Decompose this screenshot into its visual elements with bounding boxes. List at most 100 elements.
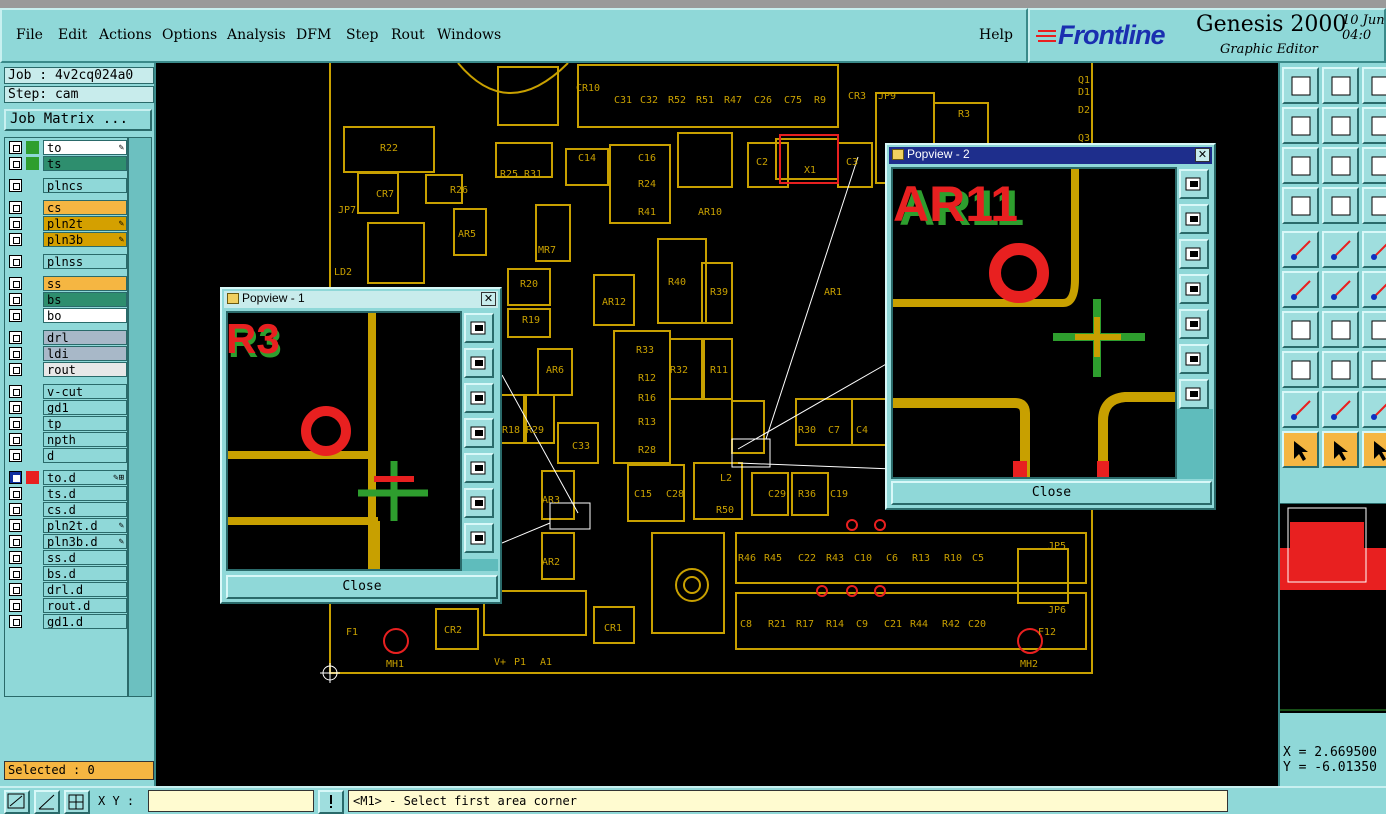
layer-row[interactable]: ts: [7, 156, 127, 171]
layer-row[interactable]: bs: [7, 292, 127, 307]
layer-color-swatch[interactable]: [26, 487, 39, 500]
layer-color-swatch[interactable]: [26, 217, 39, 230]
menu-analysis[interactable]: Analysis: [227, 27, 286, 43]
grid-button[interactable]: [1322, 187, 1359, 224]
layer-row[interactable]: pln2t.d ✎: [7, 518, 127, 533]
pan-left-button[interactable]: [1179, 274, 1209, 304]
layer-checkbox[interactable]: [9, 471, 22, 484]
layer-right-button[interactable]: [1322, 107, 1359, 144]
layer-color-swatch[interactable]: [26, 233, 39, 246]
layer-color-swatch[interactable]: [26, 471, 39, 484]
layer-checkbox[interactable]: [9, 519, 22, 532]
layer-left-button[interactable]: [1282, 107, 1319, 144]
layer-row[interactable]: cs: [7, 200, 127, 215]
zoom-fit-button[interactable]: [464, 488, 494, 518]
layer-color-swatch[interactable]: [26, 583, 39, 596]
zoom-center-button[interactable]: [464, 523, 494, 553]
align-button[interactable]: [1322, 351, 1359, 388]
home-button[interactable]: [1362, 67, 1386, 104]
layer-row[interactable]: pln3b ✎: [7, 232, 127, 247]
zoom-ratio-button[interactable]: [1362, 147, 1386, 184]
layer-name[interactable]: bo: [43, 308, 127, 323]
layer-name[interactable]: drl.d: [43, 582, 127, 597]
popview-2-viewport[interactable]: AR11 AR11: [891, 167, 1177, 479]
layer-checkbox[interactable]: [9, 217, 22, 230]
layer-color-swatch[interactable]: [26, 141, 39, 154]
layer-color-swatch[interactable]: [26, 255, 39, 268]
layer-name[interactable]: rout: [43, 362, 127, 377]
layer-row[interactable]: gd1: [7, 400, 127, 415]
measure-button[interactable]: [1362, 351, 1386, 388]
zoom-box-button[interactable]: [464, 313, 494, 343]
layer-row[interactable]: cs.d: [7, 502, 127, 517]
layer-row[interactable]: ldi: [7, 346, 127, 361]
layer-row[interactable]: v-cut: [7, 384, 127, 399]
snap-button[interactable]: [34, 790, 60, 814]
popview-1-close-button[interactable]: Close: [226, 575, 498, 599]
layer-row[interactable]: bo: [7, 308, 127, 323]
window-menu-icon[interactable]: [892, 149, 904, 160]
window-menu-icon[interactable]: [227, 293, 239, 304]
layer-name[interactable]: pln3b.d ✎: [43, 534, 127, 549]
pad-button[interactable]: [1282, 231, 1319, 268]
zoom-area-button[interactable]: [4, 790, 30, 814]
zoom-center-button[interactable]: [1179, 379, 1209, 409]
layer-checkbox[interactable]: [9, 583, 22, 596]
layer-color-swatch[interactable]: [26, 347, 39, 360]
pan-right-button[interactable]: [464, 453, 494, 483]
layer-name[interactable]: d: [43, 448, 127, 463]
layer-row[interactable]: bs.d: [7, 566, 127, 581]
layer-color-swatch[interactable]: [26, 309, 39, 322]
layer-name[interactable]: ss.d: [43, 550, 127, 565]
menu-rout[interactable]: Rout: [391, 27, 425, 43]
layer-color-swatch[interactable]: [26, 535, 39, 548]
pointer-box-button[interactable]: [1322, 431, 1359, 468]
layer-checkbox[interactable]: [9, 503, 22, 516]
layer-color-swatch[interactable]: [26, 599, 39, 612]
layer-checkbox[interactable]: [9, 385, 22, 398]
layer-name[interactable]: ts.d: [43, 486, 127, 501]
layer-name[interactable]: gd1.d: [43, 614, 127, 629]
layer-row[interactable]: drl.d: [7, 582, 127, 597]
layer-up-button[interactable]: [1282, 67, 1319, 104]
snap-pad-button[interactable]: [1282, 351, 1319, 388]
layer-row[interactable]: to ✎: [7, 140, 127, 155]
peak-button[interactable]: [1322, 391, 1359, 428]
menu-dfm[interactable]: DFM: [296, 27, 331, 43]
layer-checkbox[interactable]: [9, 551, 22, 564]
layer-checkbox[interactable]: [9, 255, 22, 268]
overview-map[interactable]: [1280, 503, 1386, 713]
layer-name[interactable]: to ✎: [43, 140, 127, 155]
layer-color-swatch[interactable]: [26, 567, 39, 580]
layer-color-swatch[interactable]: [26, 449, 39, 462]
layer-name[interactable]: npth: [43, 432, 127, 447]
layer-name[interactable]: drl: [43, 330, 127, 345]
layer-color-swatch[interactable]: [26, 331, 39, 344]
undo-button[interactable]: [1362, 107, 1386, 144]
layer-row[interactable]: pln3b.d ✎: [7, 534, 127, 549]
layer-row[interactable]: npth: [7, 432, 127, 447]
cross-button[interactable]: [1322, 271, 1359, 308]
layer-name[interactable]: to.d ✎⊞: [43, 470, 127, 485]
layer-row[interactable]: gd1.d: [7, 614, 127, 629]
layer-name[interactable]: cs: [43, 200, 127, 215]
menu-file[interactable]: File: [16, 27, 43, 43]
layer-checkbox[interactable]: [9, 293, 22, 306]
angle-button[interactable]: [1282, 311, 1319, 348]
layer-row[interactable]: rout: [7, 362, 127, 377]
layer-name[interactable]: ss: [43, 276, 127, 291]
layer-color-swatch[interactable]: [26, 363, 39, 376]
layer-row[interactable]: ss: [7, 276, 127, 291]
layer-row[interactable]: pln2t ✎: [7, 216, 127, 231]
layer-name[interactable]: tp: [43, 416, 127, 431]
settings-button[interactable]: [1282, 187, 1319, 224]
layer-row[interactable]: plnss: [7, 254, 127, 269]
layer-color-swatch[interactable]: [26, 519, 39, 532]
menu-step[interactable]: Step: [346, 27, 378, 43]
layer-checkbox[interactable]: [9, 487, 22, 500]
layer-color-swatch[interactable]: [26, 615, 39, 628]
layer-row[interactable]: rout.d: [7, 598, 127, 613]
layer-row[interactable]: plncs: [7, 178, 127, 193]
popview-2-close-button[interactable]: Close: [891, 481, 1212, 505]
layer-checkbox[interactable]: [9, 449, 22, 462]
